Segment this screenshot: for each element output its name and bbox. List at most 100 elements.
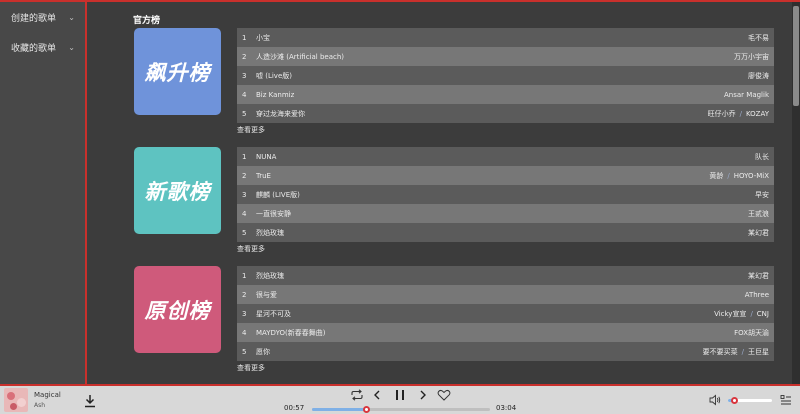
track-name: 小宝: [256, 33, 270, 42]
track-artist[interactable]: 廖俊涛: [748, 71, 769, 81]
track-row[interactable]: 2 很与爱 AThree: [237, 285, 774, 304]
track-number: 2: [242, 290, 247, 299]
track-artist[interactable]: HOYO-MiX: [734, 172, 769, 180]
main-scrollbar[interactable]: [792, 2, 800, 384]
volume-icon[interactable]: [709, 394, 721, 406]
track-row[interactable]: 1 NUNA 队长: [237, 147, 774, 166]
track-row[interactable]: 5 烈焰玫瑰 某幻君: [237, 223, 774, 242]
track-number: 1: [242, 152, 247, 161]
track-artist[interactable]: 某幻君: [748, 271, 769, 281]
sidebar-item-collected-playlists[interactable]: 收藏的歌单 ⌄: [0, 32, 85, 62]
artist-separator: /: [739, 109, 742, 118]
now-playing-artist: Ash: [34, 402, 46, 409]
track-row[interactable]: 3 星河不可及 Vicky宣宣 / CNJ: [237, 304, 774, 323]
track-artist[interactable]: 队长: [755, 152, 769, 162]
chart-cover-soaring[interactable]: 飙升榜: [134, 28, 221, 115]
track-row[interactable]: 3 嘘 (Live版) 廖俊涛: [237, 66, 774, 85]
now-playing-title: Magical: [34, 391, 61, 399]
sidebar-item-created-playlists[interactable]: 创建的歌单 ⌄: [0, 2, 85, 32]
chart-cover-original[interactable]: 原创榜: [134, 266, 221, 353]
track-number: 4: [242, 328, 247, 337]
track-artist[interactable]: 要不要买菜: [703, 347, 738, 357]
track-row[interactable]: 5 穿过龙海来爱你 旺仔小乔 / KOZAY: [237, 104, 774, 123]
progress-handle[interactable]: [363, 406, 371, 413]
chart-cover-new-songs[interactable]: 新歌榜: [134, 147, 221, 234]
pause-icon[interactable]: [393, 389, 407, 401]
download-icon[interactable]: [84, 394, 96, 408]
track-number: 1: [242, 33, 247, 42]
track-name: 人造沙滩 (Artificial beach): [256, 52, 345, 61]
progress-fill: [312, 408, 368, 411]
track-name: Biz Kanmiz: [256, 90, 295, 99]
track-number: 3: [242, 190, 247, 199]
track-row[interactable]: 2 人造沙滩 (Artificial beach) 万万小宇宙: [237, 47, 774, 66]
track-artist[interactable]: 旺仔小乔: [708, 109, 736, 119]
sidebar-item-label: 收藏的歌单: [11, 43, 57, 54]
track-row[interactable]: 5 愿你 要不要买菜 / 王巨星: [237, 342, 774, 361]
next-icon[interactable]: [418, 389, 428, 401]
artist-separator: /: [741, 347, 744, 356]
heart-icon[interactable]: [437, 389, 451, 401]
track-row[interactable]: 4 Biz Kanmiz Ansar Maglik: [237, 85, 774, 104]
track-name: NUNA: [256, 152, 277, 161]
track-artist[interactable]: 万万小宇宙: [734, 52, 769, 62]
music-app-window: 创建的歌单 ⌄ 收藏的歌单 ⌄ 官方榜 飙升榜 1 小宝 毛不易 2 人造沙滩 (Ar…: [0, 0, 800, 414]
chart-cover-title: 原创榜: [144, 298, 211, 323]
track-artist[interactable]: Vicky宣宣: [714, 309, 746, 319]
track-row[interactable]: 3 麒麟 (LIVE版) 早安: [237, 185, 774, 204]
volume-slider[interactable]: [728, 397, 772, 404]
track-artist[interactable]: 毛不易: [748, 33, 769, 43]
album-art[interactable]: [4, 388, 28, 412]
section-title: 官方榜: [133, 16, 161, 26]
track-row[interactable]: 1 小宝 毛不易: [237, 28, 774, 47]
track-row[interactable]: 4 MAYDYO(新春春舞曲) FOX胡天渝: [237, 323, 774, 342]
see-more-link[interactable]: 查看更多: [237, 363, 265, 373]
track-number: 2: [242, 171, 247, 180]
track-artist[interactable]: 王巨星: [748, 347, 769, 357]
track-name: 烈焰玫瑰: [256, 271, 284, 280]
chevron-down-icon: ⌄: [68, 42, 75, 52]
volume-handle[interactable]: [730, 397, 738, 404]
track-artist[interactable]: KOZAY: [746, 110, 769, 118]
track-artist[interactable]: CNJ: [757, 310, 769, 318]
track-number: 4: [242, 90, 247, 99]
track-row[interactable]: 1 烈焰玫瑰 某幻君: [237, 266, 774, 285]
artist-separator: /: [750, 309, 753, 318]
total-time: 03:04: [496, 404, 517, 412]
track-number: 5: [242, 347, 247, 356]
current-time: 00:57: [284, 404, 305, 412]
track-name: 很与爱: [256, 290, 277, 299]
track-number: 5: [242, 228, 247, 237]
track-artist[interactable]: Ansar Maglik: [724, 91, 769, 99]
track-artist[interactable]: FOX胡天渝: [734, 328, 769, 338]
sidebar-item-label: 创建的歌单: [11, 13, 57, 24]
artist-separator: /: [727, 171, 730, 180]
track-number: 1: [242, 271, 247, 280]
track-list: 1 NUNA 队长 2 TruE 黄龄 / HOYO-MiX 3 麒麟 (LIVE版) 早安 4…: [237, 147, 774, 242]
track-name: 嘘 (Live版): [256, 71, 292, 80]
track-artist[interactable]: 某幻君: [748, 228, 769, 238]
track-name: 穿过龙海来爱你: [256, 109, 305, 118]
progress-bar[interactable]: [312, 406, 490, 413]
see-more-link[interactable]: 查看更多: [237, 125, 265, 135]
chart-cover-title: 飙升榜: [144, 60, 211, 85]
scrollbar-thumb[interactable]: [793, 6, 799, 106]
track-artist[interactable]: 早安: [755, 190, 769, 200]
see-more-link[interactable]: 查看更多: [237, 244, 265, 254]
player-bar: Magical Ash 00:57 03:04: [0, 384, 800, 414]
sidebar: 创建的歌单 ⌄ 收藏的歌单 ⌄: [0, 2, 87, 384]
loop-icon[interactable]: [350, 389, 364, 401]
chart-cover-title: 新歌榜: [144, 179, 211, 204]
track-row[interactable]: 2 TruE 黄龄 / HOYO-MiX: [237, 166, 774, 185]
track-row[interactable]: 4 一直很安静 王贰浪: [237, 204, 774, 223]
track-artist[interactable]: 王贰浪: [748, 209, 769, 219]
track-name: MAYDYO(新春春舞曲): [256, 328, 326, 337]
track-artist[interactable]: AThree: [745, 291, 769, 299]
track-name: 星河不可及: [256, 309, 291, 318]
track-artist[interactable]: 黄龄: [709, 171, 723, 181]
main-content: 官方榜 飙升榜 1 小宝 毛不易 2 人造沙滩 (Artificial beach) 万…: [89, 2, 792, 384]
chevron-down-icon: ⌄: [68, 12, 75, 22]
playlist-icon[interactable]: [780, 394, 792, 406]
previous-icon[interactable]: [372, 389, 382, 401]
track-number: 4: [242, 209, 247, 218]
